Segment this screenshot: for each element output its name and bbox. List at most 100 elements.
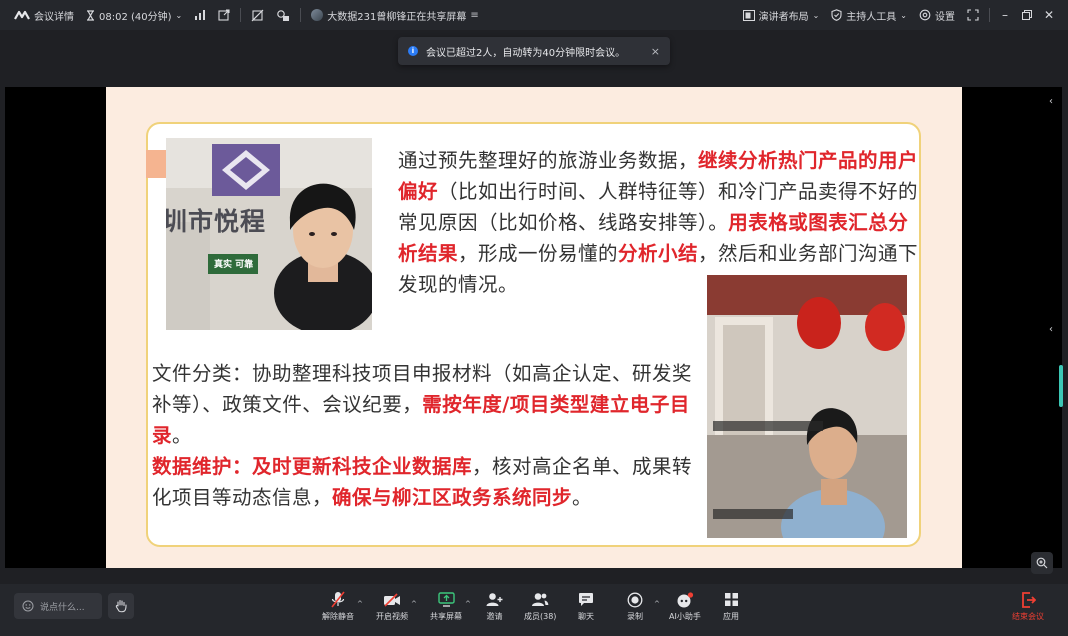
- shared-slide: 圳市悦程 真实 可靠 通过预先整理好的旅游业务数据，继续分析热门产品的用户偏好（…: [106, 87, 962, 568]
- text-run: 通过预先整理好的旅游业务数据，: [398, 149, 699, 172]
- apps-label: 应用: [723, 612, 739, 621]
- record-button[interactable]: 录制: [627, 591, 643, 622]
- zoom-button[interactable]: [1031, 552, 1053, 574]
- company-sign-text: 圳市悦程: [166, 207, 267, 236]
- apps-button[interactable]: 应用: [723, 591, 739, 622]
- members-button[interactable]: 成员(38): [524, 591, 556, 622]
- divider: [989, 8, 990, 22]
- chevron-left-icon: ‹: [1049, 323, 1053, 335]
- share-screen-icon: [437, 592, 455, 607]
- exit-icon: [1021, 591, 1036, 608]
- settings-label: 设置: [935, 11, 955, 23]
- sharing-status-text: 大数据231曾柳锋正在共享屏幕: [327, 11, 467, 23]
- text-run: 。: [572, 486, 593, 509]
- unmute-label: 解除静音: [322, 612, 354, 621]
- hourglass-icon: [87, 9, 94, 21]
- record-label: 录制: [627, 612, 643, 621]
- raise-hand-button[interactable]: [108, 593, 134, 619]
- share-options-caret[interactable]: ^: [465, 600, 471, 608]
- company-slogan-text: 真实 可靠: [214, 260, 254, 270]
- divider: [240, 8, 242, 22]
- settings-button[interactable]: 设置: [913, 0, 961, 30]
- highlight-text-run: 分析小结: [618, 242, 699, 265]
- popout-button[interactable]: [212, 0, 236, 30]
- share-mode-button[interactable]: [270, 0, 296, 30]
- invite-label: 邀请: [486, 612, 503, 621]
- video-options-caret[interactable]: ^: [411, 600, 417, 608]
- divider: [300, 8, 302, 22]
- fullscreen-icon: [967, 9, 979, 21]
- chevron-down-icon: ⌄: [175, 10, 183, 20]
- presenter-photo-right-image: [707, 275, 907, 538]
- whiteboard-off-icon: [251, 9, 264, 21]
- ai-assistant-icon: [677, 591, 694, 607]
- zoom-in-icon: [1036, 557, 1048, 569]
- highlight-text-run: 确保与柳江区政务系统同步: [332, 486, 573, 509]
- members-icon: [532, 593, 549, 606]
- share-screen-button[interactable]: 共享屏幕: [430, 591, 462, 622]
- invite-button[interactable]: 邀请: [486, 591, 503, 622]
- text-run: 。: [172, 424, 193, 447]
- shield-icon: [831, 9, 842, 21]
- apps-icon: [724, 593, 738, 606]
- presenter-photo-left: 圳市悦程 真实 可靠: [166, 138, 372, 330]
- ai-assistant-label: AI小助手: [669, 612, 701, 621]
- camera-off-icon: [384, 592, 400, 607]
- layout-button[interactable]: 演讲者布局 ⌄: [737, 0, 826, 30]
- menu-lines-icon: ≡: [470, 9, 479, 21]
- avatar-icon: [311, 9, 324, 21]
- chat-icon: [579, 593, 593, 606]
- host-tools-button[interactable]: 主持人工具 ⌄: [825, 0, 913, 30]
- meeting-details-button[interactable]: 会议详情: [0, 0, 80, 30]
- chat-label: 聊天: [578, 612, 594, 621]
- start-video-button[interactable]: 开启视频: [376, 591, 408, 622]
- meeting-window: 会议详情 08:02 (40分钟) ⌄ 大数据231曾柳锋正在共享屏幕 ≡ 演讲…: [0, 0, 1068, 636]
- layout-label: 演讲者布局: [758, 11, 809, 23]
- signal-bars-icon: [195, 10, 206, 20]
- invite-icon: [486, 593, 503, 606]
- info-icon: i: [408, 46, 418, 56]
- sharing-status[interactable]: 大数据231曾柳锋正在共享屏幕 ≡: [305, 0, 484, 30]
- scrollbar-thumb[interactable]: [1059, 365, 1063, 407]
- meeting-details-label: 会议详情: [34, 11, 74, 23]
- text-run: ，形成一份易懂的: [458, 242, 619, 265]
- ai-assistant-button[interactable]: AI小助手: [669, 591, 701, 622]
- annotation-off-button[interactable]: [245, 0, 270, 30]
- chat-placeholder: 说点什么...: [40, 602, 85, 613]
- timer-text: 08:02 (40分钟): [99, 11, 172, 23]
- close-window-button[interactable]: ✕: [1038, 0, 1060, 30]
- close-icon: ✕: [1043, 8, 1055, 22]
- chevron-left-icon: ‹: [1049, 95, 1053, 107]
- presenter-photo-right: [707, 275, 907, 538]
- time-limit-notice: i 会议已超过2人，自动转为40分钟限时会议。 ×: [398, 37, 670, 65]
- network-status[interactable]: [188, 0, 212, 30]
- restore-button[interactable]: [1016, 0, 1038, 30]
- audio-options-caret[interactable]: ^: [357, 600, 363, 608]
- notice-text: 会议已超过2人，自动转为40分钟限时会议。: [426, 47, 626, 59]
- popout-icon: [218, 9, 230, 21]
- highlight-text-run: 数据维护：及时更新科技企业数据库: [152, 455, 473, 478]
- mic-muted-icon: [331, 591, 345, 608]
- quick-chat-input[interactable]: 说点什么...: [14, 593, 102, 619]
- record-options-caret[interactable]: ^: [654, 600, 660, 608]
- expand-panel-handle[interactable]: ‹: [1044, 319, 1058, 339]
- shared-screen-stage: 圳市悦程 真实 可靠 通过预先整理好的旅游业务数据，继续分析热门产品的用户偏好（…: [5, 87, 1062, 568]
- notice-close-button[interactable]: ×: [651, 45, 660, 58]
- minimize-button[interactable]: –: [994, 0, 1016, 30]
- slide-paragraph-2: 文件分类：协助整理科技项目申报材料（如高企认定、研发奖补等）、政策文件、会议纪要…: [152, 358, 702, 513]
- unmute-button[interactable]: 解除静音: [322, 591, 354, 622]
- share-mode-icon: [277, 9, 290, 21]
- host-tools-label: 主持人工具: [846, 11, 897, 23]
- collapse-left-handle[interactable]: ‹: [1044, 91, 1058, 111]
- fullscreen-button[interactable]: [961, 0, 985, 30]
- end-meeting-button[interactable]: 结束会议: [1012, 591, 1044, 622]
- members-label: 成员(38): [524, 612, 557, 621]
- chevron-down-icon: ⌄: [900, 10, 907, 20]
- top-bar: 会议详情 08:02 (40分钟) ⌄ 大数据231曾柳锋正在共享屏幕 ≡ 演讲…: [0, 0, 1068, 30]
- chevron-down-icon: ⌄: [812, 10, 820, 20]
- start-video-label: 开启视频: [376, 612, 408, 621]
- chat-button[interactable]: 聊天: [578, 591, 594, 622]
- raise-hand-icon: [115, 599, 127, 613]
- meeting-timer[interactable]: 08:02 (40分钟) ⌄: [80, 0, 188, 30]
- tencent-meeting-logo: [14, 10, 30, 20]
